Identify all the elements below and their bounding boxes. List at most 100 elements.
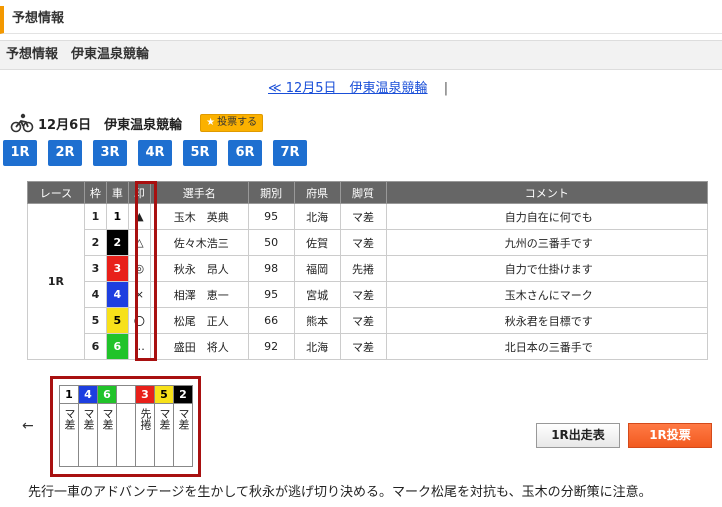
race-tab-5r[interactable]: 5R	[183, 140, 217, 166]
line-column: 1 マ差	[60, 385, 79, 467]
rider-term: 98	[247, 255, 295, 282]
vote-button[interactable]: 1R投票	[628, 423, 712, 448]
rider-prefecture: 佐賀	[293, 229, 341, 256]
nav-separator: |	[443, 81, 449, 96]
rider-comment: 自力自在に何でも	[385, 203, 708, 230]
rider-term: 95	[247, 203, 295, 230]
rider-term: 92	[247, 333, 295, 360]
rider-term: 66	[247, 307, 295, 334]
line-style-label: マ差	[158, 408, 171, 430]
column-header: 選手名	[149, 181, 249, 204]
car-number: 2	[105, 229, 129, 256]
rider-prefecture: 熊本	[293, 307, 341, 334]
frame-number: 6	[83, 333, 107, 360]
rider-name: 松尾 正人	[149, 307, 249, 334]
line-car-number: 4	[79, 386, 97, 404]
race-tab-7r[interactable]: 7R	[273, 140, 307, 166]
prediction-summary: 先行一車のアドバンテージを生かして秋永が逃げ切り決める。マーク松尾を対抗も、玉木…	[28, 485, 652, 500]
rider-prefecture: 福岡	[293, 255, 341, 282]
line-prediction-box: 1 マ差 4 マ差 6 マ差 3 先捲 5 マ差 2 マ差	[50, 376, 201, 477]
race-day-title: 12月6日 伊東温泉競輪 ★ 投票する	[10, 112, 264, 134]
rider-name: 玉木 英典	[149, 203, 249, 230]
rider-name: 相澤 恵一	[149, 281, 249, 308]
section-title: 予想情報	[12, 11, 65, 26]
rider-term: 50	[247, 229, 295, 256]
line-column: 6 マ差	[98, 385, 117, 467]
line-column: 2 マ差	[174, 385, 193, 467]
rider-style: マ差	[339, 229, 387, 256]
line-prediction-grid: 1 マ差 4 マ差 6 マ差 3 先捲 5 マ差 2 マ差	[59, 385, 193, 467]
vote-badge-button[interactable]: ★ 投票する	[200, 114, 264, 132]
line-car-number	[117, 386, 135, 404]
frame-number: 3	[83, 255, 107, 282]
line-car-number: 5	[155, 386, 173, 404]
race-tab-3r[interactable]: 3R	[93, 140, 127, 166]
rider-name: 秋永 昂人	[149, 255, 249, 282]
rider-name: 佐々木浩三	[149, 229, 249, 256]
frame-number: 2	[83, 229, 107, 256]
race-tab-4r[interactable]: 4R	[138, 140, 172, 166]
column-header: 脚質	[339, 181, 387, 204]
frame-number: 1	[83, 203, 107, 230]
rider-prefecture: 北海	[293, 333, 341, 360]
rider-prefecture: 宮城	[293, 281, 341, 308]
rider-style: マ差	[339, 281, 387, 308]
race-tab-1r[interactable]: 1R	[3, 140, 37, 166]
column-header: 期別	[247, 181, 295, 204]
star-icon: ★	[206, 117, 216, 128]
mark-column-highlight	[135, 181, 157, 361]
line-column	[117, 385, 136, 467]
direction-arrow: ←	[22, 418, 34, 434]
entry-table: レース枠車印選手名 期別 府県 脚質 コメント 1R 1 1 ▲ 玉木 英典 95 北海 マ差 自力自在…	[27, 181, 708, 360]
rider-comment: 北日本の三番手で	[385, 333, 708, 360]
race-tab-6r[interactable]: 6R	[228, 140, 262, 166]
column-header: 府県	[293, 181, 341, 204]
car-number: 5	[105, 307, 129, 334]
table-row: 6 6… 盛田 将人 92 北海 マ差 北日本の三番手で	[28, 333, 708, 360]
rider-name: 盛田 将人	[149, 333, 249, 360]
race-tabs: 1R 2R 3R 4R 5R 6R 7R	[3, 140, 318, 166]
line-column: 3 先捲	[136, 385, 155, 467]
race-tab-2r[interactable]: 2R	[48, 140, 82, 166]
rider-prefecture: 北海	[293, 203, 341, 230]
rider-style: 先捲	[339, 255, 387, 282]
line-style-label: マ差	[82, 408, 95, 430]
car-number: 1	[105, 203, 129, 230]
cyclist-icon	[10, 113, 34, 133]
line-style-label: マ差	[63, 408, 76, 430]
vote-badge-label: 投票する	[217, 117, 258, 128]
car-number: 6	[105, 333, 129, 360]
entry-list-button[interactable]: 1R出走表	[536, 423, 620, 448]
line-style-label: 先捲	[139, 408, 152, 430]
column-header: レース	[27, 181, 85, 204]
rider-comment: 九州の三番手です	[385, 229, 708, 256]
line-car-number: 6	[98, 386, 116, 404]
frame-number: 5	[83, 307, 107, 334]
rider-comment: 玉木さんにマーク	[385, 281, 708, 308]
prev-day-link[interactable]: ≪ 12月5日 伊東温泉競輪	[268, 81, 428, 96]
line-style-label: マ差	[177, 408, 190, 430]
race-date-venue: 12月6日 伊東温泉競輪	[38, 117, 183, 133]
frame-number: 4	[83, 281, 107, 308]
venue-title: 予想情報 伊東温泉競輪	[6, 47, 150, 62]
page-section-header: 予想情報	[0, 6, 722, 34]
table-row: 3 3 ◎ 秋永 昂人 98 福岡 先捲 自力で仕掛けます	[28, 255, 708, 282]
column-header: 枠	[83, 181, 107, 204]
line-car-number: 2	[174, 386, 192, 404]
line-car-number: 1	[60, 386, 78, 404]
table-row: 1R 1 1 ▲ 玉木 英典 95 北海 マ差 自力自在に何でも	[27, 203, 708, 360]
rider-style: マ差	[339, 333, 387, 360]
rider-style: マ差	[339, 203, 387, 230]
rider-comment: 自力で仕掛けます	[385, 255, 708, 282]
table-row: 5 5 〇松尾 正人 66 熊本 マ差 秋永君を目標です	[28, 307, 708, 334]
column-header: 車	[105, 181, 129, 204]
line-column: 5 マ差	[155, 385, 174, 467]
rider-comment: 秋永君を目標です	[385, 307, 708, 334]
car-number: 3	[105, 255, 129, 282]
line-car-number: 3	[136, 386, 154, 404]
day-navigation: ≪ 12月5日 伊東温泉競輪 |	[268, 77, 448, 96]
race-number-cell: 1R	[27, 203, 85, 360]
table-row: 2 2 △ 佐々木浩三 50 佐賀 マ差 九州の三番手です	[28, 229, 708, 256]
table-row: 4 4 × 相澤 恵一 95 宮城 マ差 玉木さんにマーク	[28, 281, 708, 308]
venue-header: 予想情報 伊東温泉競輪	[0, 40, 722, 70]
